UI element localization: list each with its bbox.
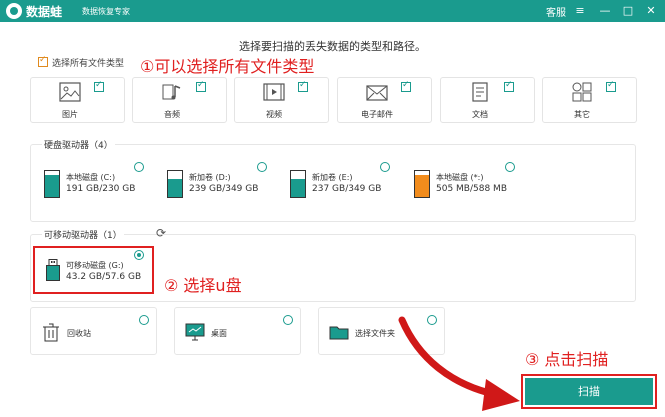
file-type-video[interactable]: 视频	[234, 77, 329, 123]
drive-size: 505 MB/588 MB	[436, 184, 507, 194]
drive-d-radio[interactable]	[257, 162, 267, 172]
document-icon	[472, 82, 488, 102]
checkbox-checked-icon[interactable]	[606, 80, 616, 92]
drive-name: 本地磁盘 (C:)	[66, 173, 116, 182]
trash-icon	[43, 323, 59, 342]
refresh-icon[interactable]: ⟳	[156, 226, 166, 240]
app-subtitle: 数据恢复专家	[82, 7, 130, 16]
desktop-icon	[185, 323, 205, 341]
service-link[interactable]: 客服	[546, 4, 566, 19]
annotation-arrow-icon	[398, 316, 520, 411]
other-icon	[572, 82, 592, 102]
file-type-label: 音频	[164, 110, 180, 119]
app-name: 数据蛙	[26, 5, 63, 19]
hard-drive-icon	[167, 170, 183, 198]
drive-name: 本地磁盘 (*:)	[436, 173, 484, 182]
folder-icon	[329, 326, 349, 340]
drive-size: 43.2 GB/57.6 GB	[66, 272, 142, 282]
video-icon	[263, 83, 285, 101]
minimize-icon[interactable]: —	[597, 3, 613, 19]
file-type-audio[interactable]: 音频	[132, 77, 227, 123]
checkbox-checked-icon[interactable]	[196, 80, 206, 92]
file-type-other[interactable]: 其它	[542, 77, 637, 123]
removable-drive-section-label: 可移动驱动器（1）	[42, 228, 124, 241]
drive-size: 239 GB/349 GB	[189, 184, 259, 194]
drive-e[interactable]: 新加卷 (E:) 237 GB/349 GB	[290, 170, 385, 204]
annotation-step3: ③ 点击扫描	[525, 350, 609, 369]
drive-c[interactable]: 本地磁盘 (C:) 191 GB/230 GB	[44, 170, 139, 204]
drive-c-radio[interactable]	[134, 162, 144, 172]
hard-drive-icon	[290, 170, 306, 198]
file-type-label: 图片	[62, 110, 78, 119]
close-icon[interactable]: ✕	[643, 3, 659, 19]
file-type-document[interactable]: 文档	[440, 77, 535, 123]
checkbox-checked-icon[interactable]	[504, 80, 514, 92]
checkbox-checked-icon[interactable]	[298, 80, 308, 92]
mail-icon	[366, 85, 388, 101]
annotation-step2: ② 选择u盘	[164, 276, 242, 295]
app-logo-icon	[6, 3, 22, 19]
page-title: 选择要扫描的丢失数据的类型和路径。	[239, 40, 426, 53]
drive-name: 新加卷 (D:)	[189, 173, 231, 182]
usb-drive-icon	[46, 259, 60, 281]
image-icon	[59, 82, 81, 102]
location-recycle-bin[interactable]: 回收站	[30, 307, 157, 355]
drive-other-radio[interactable]	[505, 162, 515, 172]
scan-button[interactable]: 扫描	[525, 378, 653, 405]
location-label: 回收站	[67, 329, 91, 338]
location-desktop[interactable]: 桌面	[174, 307, 301, 355]
file-type-label: 电子邮件	[361, 110, 393, 119]
maximize-icon[interactable]: □	[620, 3, 636, 19]
location-label: 桌面	[211, 329, 227, 338]
drive-g-radio[interactable]	[134, 250, 144, 260]
desktop-radio[interactable]	[283, 315, 293, 325]
title-bar: 数据蛙 数据恢复专家 客服 ≡ — □ ✕	[0, 0, 665, 22]
file-type-email[interactable]: 电子邮件	[337, 77, 432, 123]
checkbox-checked-icon[interactable]	[94, 80, 104, 92]
hard-drive-icon	[414, 170, 430, 198]
file-type-label: 文档	[472, 110, 488, 119]
checkbox-checked-icon[interactable]	[401, 80, 411, 92]
drive-name: 新加卷 (E:)	[312, 173, 353, 182]
drive-size: 237 GB/349 GB	[312, 184, 382, 194]
file-type-label: 视频	[266, 110, 282, 119]
drive-name: 可移动磁盘 (G:)	[66, 261, 124, 270]
drive-e-radio[interactable]	[380, 162, 390, 172]
music-icon	[162, 84, 181, 100]
hard-drive-section-label: 硬盘驱动器（4）	[42, 138, 115, 151]
drive-d[interactable]: 新加卷 (D:) 239 GB/349 GB	[167, 170, 262, 204]
file-type-label: 其它	[574, 110, 590, 119]
file-type-image[interactable]: 图片	[30, 77, 125, 123]
recycle-bin-radio[interactable]	[139, 315, 149, 325]
select-all-label: 选择所有文件类型	[52, 59, 125, 69]
checkbox-checked-icon[interactable]	[38, 55, 48, 67]
hard-drive-icon	[44, 170, 60, 198]
select-all-checkbox[interactable]: 选择所有文件类型	[38, 55, 125, 69]
annotation-step1: ①可以选择所有文件类型	[140, 57, 315, 76]
drive-g[interactable]: 可移动磁盘 (G:) 43.2 GB/57.6 GB	[46, 259, 146, 293]
menu-icon[interactable]: ≡	[572, 3, 588, 19]
drive-other[interactable]: 本地磁盘 (*:) 505 MB/588 MB	[414, 170, 514, 204]
drive-size: 191 GB/230 GB	[66, 184, 136, 194]
